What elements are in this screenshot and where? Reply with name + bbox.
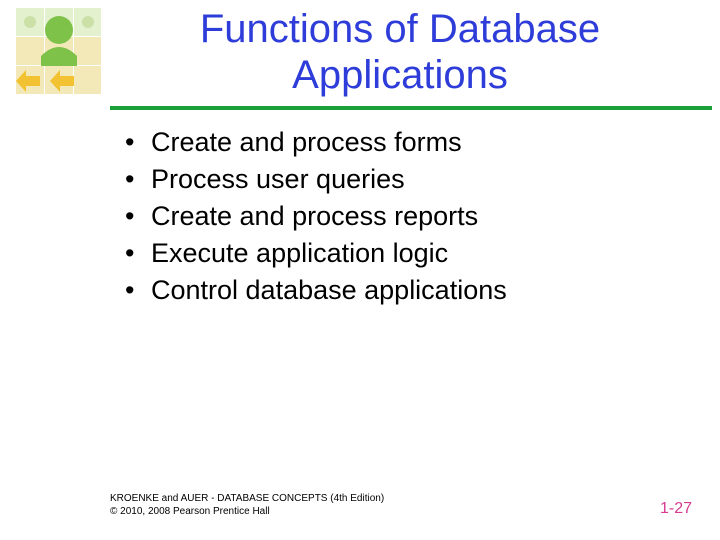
footer-citation: KROENKE and AUER - DATABASE CONCEPTS (4t… [110, 493, 384, 518]
slide-title: Functions of Database Applications [110, 6, 690, 98]
list-item: Control database applications [125, 273, 680, 308]
list-item: Execute application logic [125, 236, 680, 271]
list-item: Process user queries [125, 162, 680, 197]
list-item: Create and process forms [125, 125, 680, 160]
slide-logo [16, 8, 101, 98]
footer-line-1: KROENKE and AUER - DATABASE CONCEPTS (4t… [110, 493, 384, 506]
title-divider [110, 106, 712, 110]
footer-line-2: © 2010, 2008 Pearson Prentice Hall [110, 506, 384, 519]
page-number: 1-27 [660, 500, 692, 518]
bullet-list: Create and process forms Process user qu… [125, 125, 680, 310]
list-item: Create and process reports [125, 199, 680, 234]
